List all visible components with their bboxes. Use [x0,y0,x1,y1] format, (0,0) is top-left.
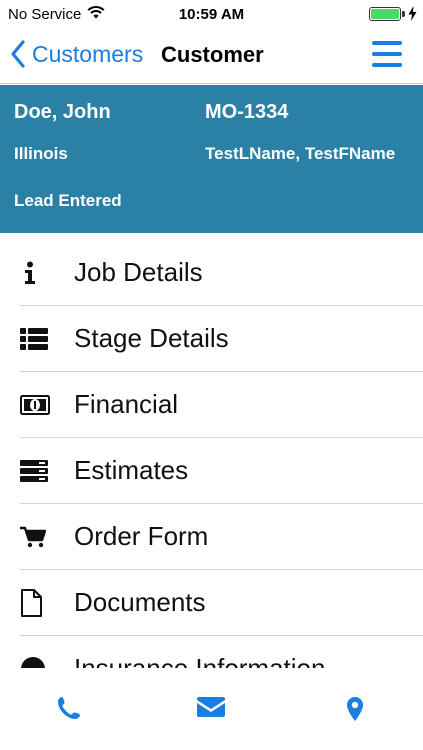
battery-icon [369,7,401,21]
location-pin-icon [347,697,363,721]
menu-item-label: Estimates [74,455,189,485]
menu-item-insurance-information[interactable]: Insurance Information [20,636,423,668]
server-icon [20,457,56,485]
customer-menu-list: Job Details Stage Details Financial Esti… [0,240,423,668]
menu-item-label: Financial [74,389,179,419]
menu-item-documents[interactable]: Documents [20,570,423,636]
bottom-action-bar [0,668,423,750]
menu-item-label: Job Details [74,257,203,287]
menu-item-estimates[interactable]: Estimates [20,438,423,504]
location-button[interactable] [340,696,370,724]
menu-item-label: Insurance Information [74,653,326,668]
money-icon [20,391,56,419]
email-button[interactable] [196,696,226,724]
customer-id: MO-1334 [205,101,289,123]
call-button[interactable] [54,696,84,724]
customer-name: Doe, John [14,101,111,123]
chevron-left-icon [11,40,25,68]
back-button[interactable]: Customers [10,40,143,68]
info-icon [20,259,56,287]
menu-item-order-form[interactable]: Order Form [20,504,423,570]
mail-icon [197,697,225,717]
customer-status: Lead Entered [14,191,122,210]
back-button-label: Customers [32,40,144,67]
menu-item-label: Order Form [74,521,209,551]
status-time: 10:59 AM [178,6,245,23]
file-icon [20,588,56,617]
customer-header: Doe, John MO-1334 Illinois TestLName, Te… [0,85,423,233]
customer-state: Illinois [14,144,68,163]
phone-icon [58,697,80,719]
menu-bar [372,52,402,56]
list-icon [20,325,56,353]
cart-icon [20,523,56,551]
battery-cap [402,11,405,17]
umbrella-icon [20,655,56,668]
battery-fill [371,9,399,19]
charging-bolt-icon [408,6,417,25]
menu-bar [372,41,402,45]
customer-screen: No Service 10:59 AM Customers Customer D… [0,0,423,750]
menu-item-stage-details[interactable]: Stage Details [20,306,423,372]
menu-item-financial[interactable]: Financial [20,372,423,438]
menu-item-label: Documents [74,587,206,617]
menu-bar [372,63,402,67]
customer-contact: TestLName, TestFName [205,144,396,163]
menu-item-label: Stage Details [74,323,229,353]
page-title: Customer [161,42,264,67]
menu-item-job-details[interactable]: Job Details [20,240,423,306]
hamburger-menu-button[interactable] [372,41,402,67]
status-bar: No Service 10:59 AM [0,0,423,28]
navigation-bar: Customers Customer [0,28,423,84]
